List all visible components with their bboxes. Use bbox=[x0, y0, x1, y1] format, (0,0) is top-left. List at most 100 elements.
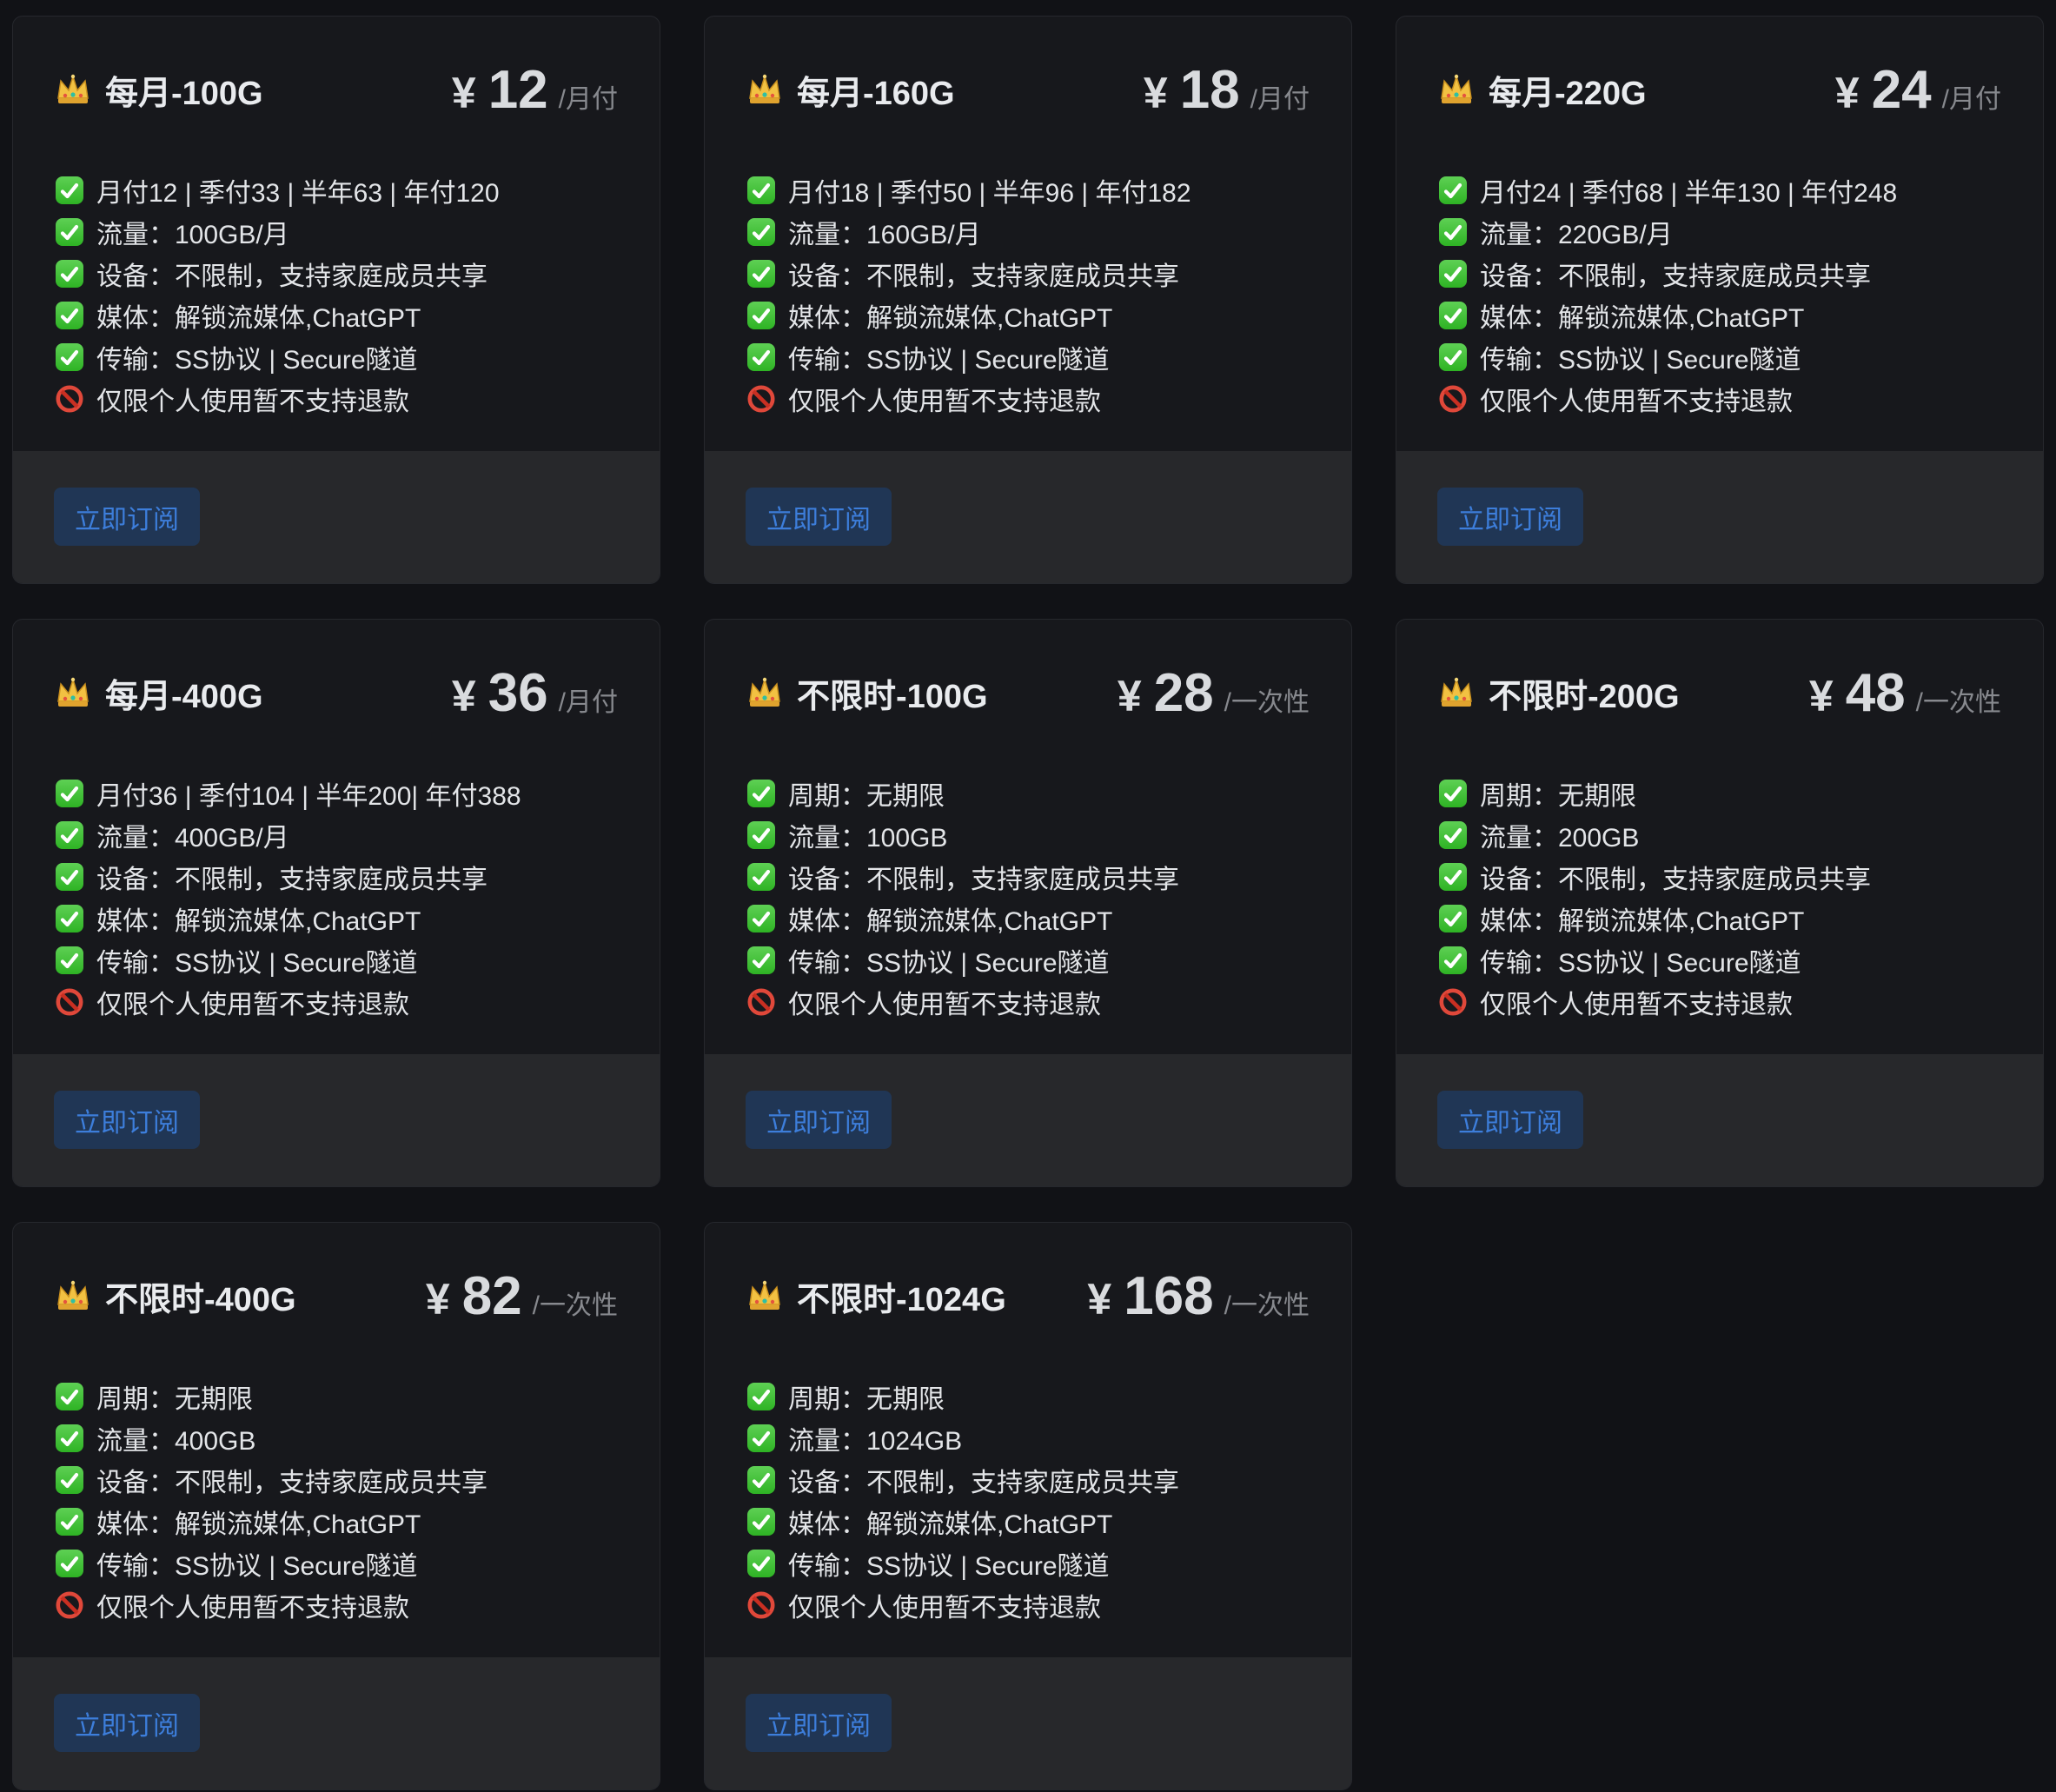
plan-header: 每月-220G ¥ 24 /月付 bbox=[1438, 69, 2001, 110]
check-icon bbox=[55, 1424, 84, 1453]
feature-row: 仅限个人使用暂不支持退款 bbox=[55, 1584, 618, 1626]
feature-row: 流量：220GB/月 bbox=[1438, 211, 2001, 253]
subscribe-button[interactable]: 立即订阅 bbox=[746, 488, 892, 546]
currency-symbol: ¥ bbox=[452, 671, 476, 721]
feature-row: 流量：1024GB bbox=[746, 1417, 1310, 1459]
plan-title: 不限时-200G bbox=[1489, 669, 1680, 717]
feature-row: 媒体：解锁流媒体,ChatGPT bbox=[1438, 898, 2001, 939]
check-icon bbox=[1438, 862, 1468, 892]
feature-text: 流量：160GB/月 bbox=[788, 213, 981, 251]
plan-title: 每月-100G bbox=[105, 66, 263, 114]
check-icon bbox=[1438, 217, 1468, 247]
feature-text: 媒体：解锁流媒体,ChatGPT bbox=[788, 296, 1112, 335]
ban-icon bbox=[1438, 384, 1468, 414]
feature-row: 媒体：解锁流媒体,ChatGPT bbox=[746, 898, 1310, 939]
check-icon bbox=[746, 259, 776, 289]
feature-list: 周期：无期限 流量：100GB 设备：不限制，支持家庭成员共享 bbox=[746, 773, 1310, 1023]
price-amount: 12 bbox=[488, 59, 548, 121]
feature-row: 仅限个人使用暂不支持退款 bbox=[55, 378, 618, 420]
subscribe-button[interactable]: 立即订阅 bbox=[1437, 1091, 1583, 1149]
feature-text: 仅限个人使用暂不支持退款 bbox=[96, 380, 409, 418]
plan-title: 不限时-400G bbox=[105, 1272, 296, 1320]
feature-row: 媒体：解锁流媒体,ChatGPT bbox=[746, 1501, 1310, 1543]
feature-text: 周期：无期限 bbox=[1480, 774, 1636, 813]
feature-text: 媒体：解锁流媒体,ChatGPT bbox=[1480, 899, 1804, 938]
feature-text: 设备：不限制，支持家庭成员共享 bbox=[96, 255, 487, 293]
plan-price: ¥ 18 /月付 bbox=[1144, 59, 1310, 121]
feature-row: 仅限个人使用暂不支持退款 bbox=[55, 981, 618, 1023]
ban-icon bbox=[746, 987, 776, 1017]
feature-list: 周期：无期限 流量：1024GB 设备：不限制，支持家庭成员共享 bbox=[746, 1376, 1310, 1626]
crown-icon bbox=[746, 675, 783, 710]
plan-header: 不限时-400G ¥ 82 /一次性 bbox=[55, 1275, 618, 1317]
feature-row: 周期：无期限 bbox=[55, 1376, 618, 1417]
price-amount: 28 bbox=[1154, 662, 1214, 724]
feature-text: 媒体：解锁流媒体,ChatGPT bbox=[1480, 296, 1804, 335]
plan-header: 不限时-1024G ¥ 168 /一次性 bbox=[746, 1275, 1310, 1317]
subscribe-button[interactable]: 立即订阅 bbox=[1437, 488, 1583, 546]
check-icon bbox=[746, 217, 776, 247]
feature-text: 周期：无期限 bbox=[788, 1377, 945, 1416]
feature-text: 仅限个人使用暂不支持退款 bbox=[788, 983, 1101, 1021]
price-amount: 82 bbox=[462, 1265, 522, 1327]
feature-row: 月付36 | 季付104 | 半年200| 年付388 bbox=[55, 773, 618, 814]
plan-card-footer: 立即订阅 bbox=[705, 1657, 1351, 1789]
plan-card-footer: 立即订阅 bbox=[1396, 1054, 2043, 1186]
ban-icon bbox=[1438, 987, 1468, 1017]
plan-card: 每月-400G ¥ 36 /月付 月付36 | 季付104 | 半年200| 年… bbox=[12, 619, 660, 1187]
feature-text: 媒体：解锁流媒体,ChatGPT bbox=[96, 899, 421, 938]
ban-icon bbox=[55, 384, 84, 414]
check-icon bbox=[1438, 176, 1468, 205]
price-period: /一次性 bbox=[533, 1284, 618, 1322]
feature-text: 流量：200GB bbox=[1480, 816, 1639, 854]
check-icon bbox=[1438, 820, 1468, 850]
feature-text: 设备：不限制，支持家庭成员共享 bbox=[1480, 255, 1871, 293]
crown-icon bbox=[746, 1278, 783, 1313]
feature-row: 周期：无期限 bbox=[746, 1376, 1310, 1417]
feature-row: 传输：SS协议 | Secure隧道 bbox=[55, 1543, 618, 1584]
plan-price: ¥ 36 /月付 bbox=[452, 662, 618, 724]
feature-text: 月付36 | 季付104 | 半年200| 年付388 bbox=[96, 774, 521, 813]
feature-text: 流量：100GB/月 bbox=[96, 213, 289, 251]
feature-text: 传输：SS协议 | Secure隧道 bbox=[788, 941, 1110, 979]
crown-icon bbox=[55, 675, 91, 710]
feature-text: 传输：SS协议 | Secure隧道 bbox=[788, 338, 1110, 376]
feature-text: 媒体：解锁流媒体,ChatGPT bbox=[788, 899, 1112, 938]
plan-price: ¥ 24 /月付 bbox=[1835, 59, 2001, 121]
plan-header: 不限时-200G ¥ 48 /一次性 bbox=[1438, 672, 2001, 713]
check-icon bbox=[55, 301, 84, 330]
feature-row: 传输：SS协议 | Secure隧道 bbox=[1438, 939, 2001, 981]
feature-text: 传输：SS协议 | Secure隧道 bbox=[96, 338, 418, 376]
feature-row: 设备：不限制，支持家庭成员共享 bbox=[55, 253, 618, 295]
feature-row: 媒体：解锁流媒体,ChatGPT bbox=[55, 898, 618, 939]
price-period: /一次性 bbox=[1224, 1284, 1310, 1322]
currency-symbol: ¥ bbox=[1144, 68, 1168, 118]
feature-text: 月付18 | 季付50 | 半年96 | 年付182 bbox=[788, 171, 1191, 209]
feature-row: 月付12 | 季付33 | 半年63 | 年付120 bbox=[55, 169, 618, 211]
plan-price: ¥ 28 /一次性 bbox=[1118, 662, 1310, 724]
subscribe-button[interactable]: 立即订阅 bbox=[54, 488, 200, 546]
plan-card: 不限时-1024G ¥ 168 /一次性 周期：无期限 bbox=[704, 1222, 1352, 1790]
feature-row: 设备：不限制，支持家庭成员共享 bbox=[746, 253, 1310, 295]
feature-row: 媒体：解锁流媒体,ChatGPT bbox=[55, 1501, 618, 1543]
subscribe-button[interactable]: 立即订阅 bbox=[54, 1694, 200, 1752]
feature-row: 传输：SS协议 | Secure隧道 bbox=[746, 336, 1310, 378]
check-icon bbox=[55, 342, 84, 372]
feature-text: 媒体：解锁流媒体,ChatGPT bbox=[96, 1503, 421, 1541]
price-amount: 18 bbox=[1180, 59, 1240, 121]
check-icon bbox=[746, 176, 776, 205]
price-amount: 48 bbox=[1846, 662, 1906, 724]
price-period: /一次性 bbox=[1224, 680, 1310, 719]
feature-row: 月付18 | 季付50 | 半年96 | 年付182 bbox=[746, 169, 1310, 211]
feature-row: 流量：100GB bbox=[746, 814, 1310, 856]
crown-icon bbox=[746, 72, 783, 107]
plan-card-footer: 立即订阅 bbox=[13, 451, 660, 583]
plan-header: 每月-400G ¥ 36 /月付 bbox=[55, 672, 618, 713]
check-icon bbox=[746, 1424, 776, 1453]
feature-row: 传输：SS协议 | Secure隧道 bbox=[746, 1543, 1310, 1584]
subscribe-button[interactable]: 立即订阅 bbox=[746, 1091, 892, 1149]
feature-text: 周期：无期限 bbox=[788, 774, 945, 813]
subscribe-button[interactable]: 立即订阅 bbox=[54, 1091, 200, 1149]
subscribe-button[interactable]: 立即订阅 bbox=[746, 1694, 892, 1752]
plan-card: 不限时-100G ¥ 28 /一次性 周期：无期限 bbox=[704, 619, 1352, 1187]
